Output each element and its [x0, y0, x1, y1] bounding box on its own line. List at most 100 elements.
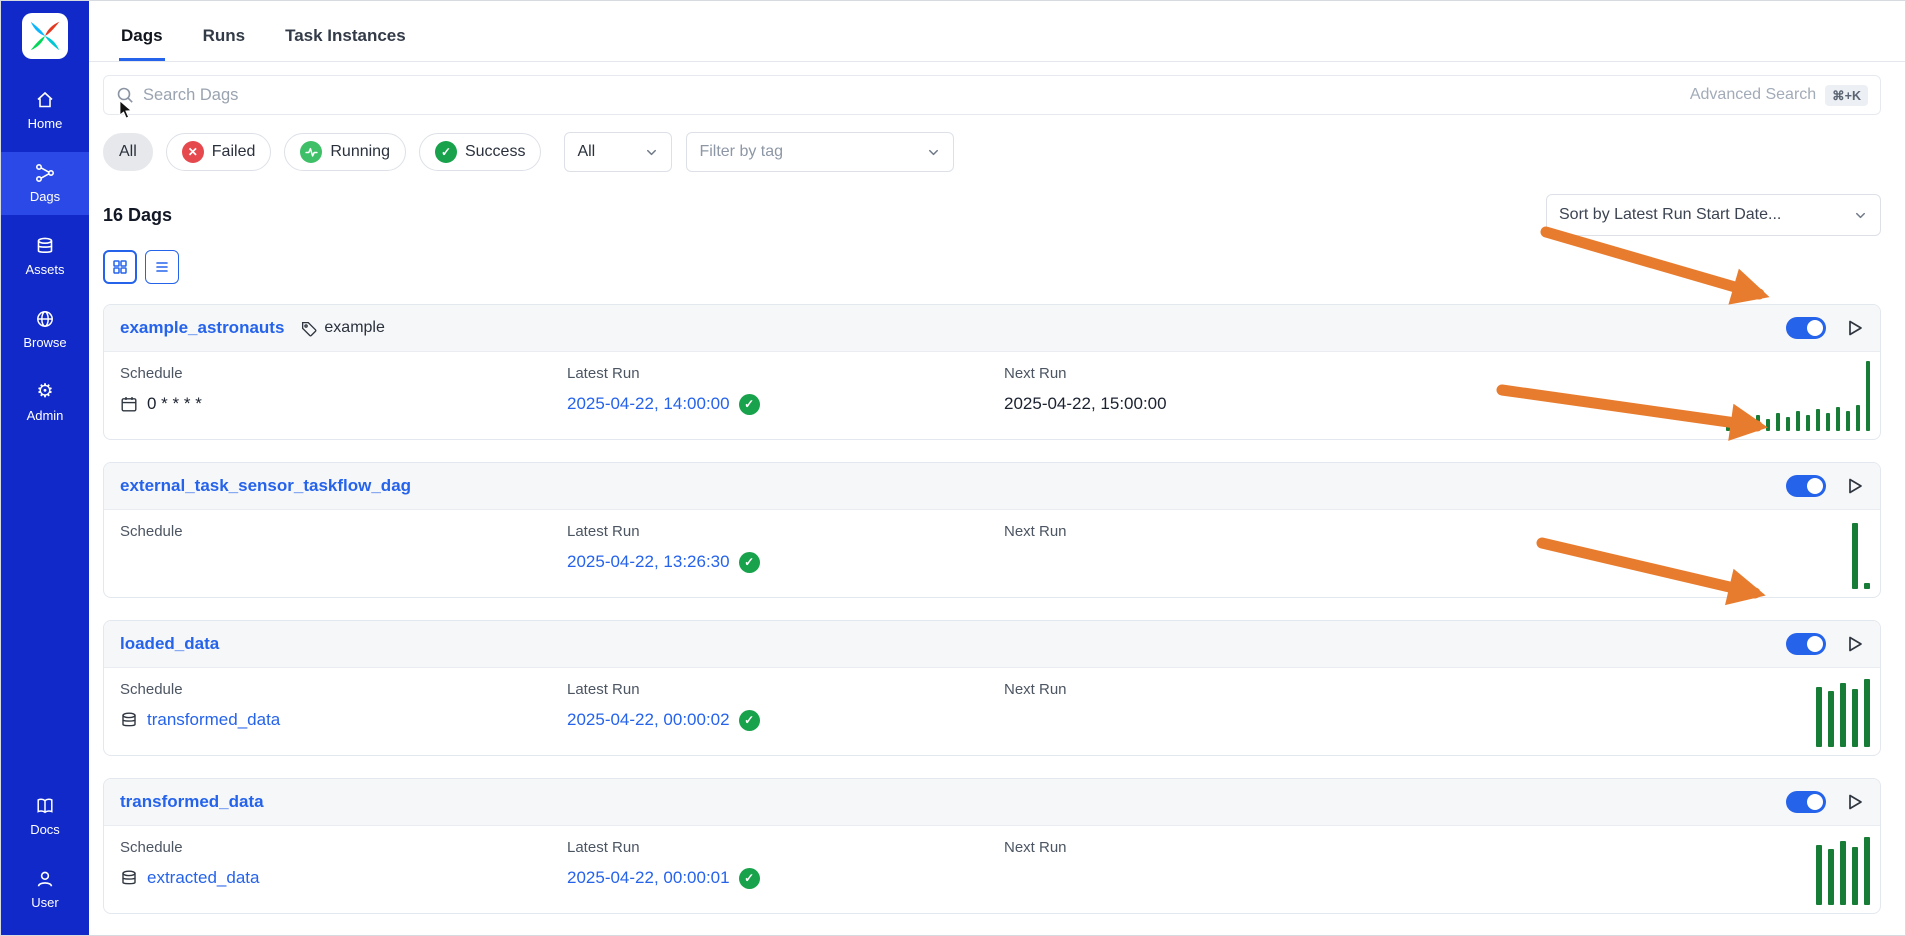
play-icon	[1846, 793, 1864, 811]
success-check-icon: ✓	[739, 868, 760, 889]
dag-card-body: Schedule transformed_data	[104, 668, 1880, 755]
dag-card-list: example_astronauts example	[103, 304, 1881, 936]
airflow-logo[interactable]	[22, 13, 68, 59]
assets-icon	[35, 236, 55, 256]
sidebar-bottom: Docs User	[1, 785, 89, 921]
dag-card-header: transformed_data	[104, 779, 1880, 826]
dag-pause-toggle[interactable]	[1786, 791, 1826, 813]
dag-card-actions	[1786, 791, 1864, 813]
calendar-icon	[120, 395, 138, 413]
select-placeholder: Filter by tag	[699, 143, 783, 161]
docs-icon	[35, 796, 55, 816]
tab-task-instances[interactable]: Task Instances	[283, 26, 408, 61]
table-view-button[interactable]	[145, 250, 179, 284]
dag-card-body: Schedule extracted_data	[104, 826, 1880, 913]
filter-chip-success[interactable]: ✓ Success	[419, 133, 541, 171]
chip-label: Success	[465, 143, 525, 161]
sidebar-item-label: Docs	[30, 822, 60, 837]
filter-chip-all[interactable]: All	[103, 133, 153, 171]
search-bar: Advanced Search ⌘+K	[103, 75, 1881, 115]
chip-label: All	[119, 143, 137, 161]
filter-chip-running[interactable]: Running	[284, 133, 406, 171]
sort-select[interactable]: Sort by Latest Run Start Date...	[1546, 194, 1881, 236]
dags-icon	[35, 163, 55, 183]
filter-chip-failed[interactable]: ✕ Failed	[166, 133, 272, 171]
browse-icon	[35, 309, 55, 329]
tab-dags[interactable]: Dags	[119, 26, 165, 61]
schedule-label: Schedule	[120, 523, 567, 540]
dag-link[interactable]: example_astronauts	[120, 318, 284, 338]
schedule-asset-link[interactable]: extracted_data	[147, 868, 259, 888]
latest-run-label: Latest Run	[567, 523, 1004, 540]
schedule-label: Schedule	[120, 365, 567, 382]
select-value: Sort by Latest Run Start Date...	[1559, 206, 1781, 224]
sidebar-item-assets[interactable]: Assets	[1, 225, 89, 288]
latest-run-link[interactable]: 2025-04-22, 14:00:00	[567, 394, 730, 414]
dag-pause-toggle[interactable]	[1786, 633, 1826, 655]
run-history-sparkline[interactable]	[1816, 837, 1870, 905]
trigger-dag-button[interactable]	[1846, 319, 1864, 337]
dag-card-header: example_astronauts example	[104, 305, 1880, 352]
card-view-button[interactable]	[103, 250, 137, 284]
sidebar-item-admin[interactable]: ⚙ Admin	[1, 371, 89, 434]
next-run-label: Next Run	[1004, 523, 1864, 540]
schedule-label: Schedule	[120, 681, 567, 698]
sidebar-item-user[interactable]: User	[1, 858, 89, 921]
dag-card-actions	[1786, 475, 1864, 497]
user-icon	[35, 869, 55, 889]
tab-label: Runs	[203, 26, 246, 45]
sidebar-item-home[interactable]: Home	[1, 79, 89, 142]
dag-card-body: Schedule 0 * * * * Latest Run	[104, 352, 1880, 439]
airflow-pinwheel-icon	[28, 19, 62, 53]
latest-run-link[interactable]: 2025-04-22, 13:26:30	[567, 552, 730, 572]
dag-card-header: external_task_sensor_taskflow_dag	[104, 463, 1880, 510]
play-icon	[1846, 477, 1864, 495]
latest-run-label: Latest Run	[567, 681, 1004, 698]
dag-tag[interactable]: example	[300, 319, 384, 337]
dag-pause-toggle[interactable]	[1786, 317, 1826, 339]
next-run-label: Next Run	[1004, 681, 1864, 698]
dag-card-body: Schedule Latest Run 2025-04-22, 13:26:30…	[104, 510, 1880, 597]
sidebar-item-docs[interactable]: Docs	[1, 785, 89, 848]
schedule-asset-link[interactable]: transformed_data	[147, 710, 280, 730]
latest-run-label: Latest Run	[567, 839, 1004, 856]
run-history-sparkline[interactable]	[1816, 679, 1870, 747]
tab-runs[interactable]: Runs	[201, 26, 248, 61]
trigger-dag-button[interactable]	[1846, 793, 1864, 811]
paused-filter-select[interactable]: All	[564, 132, 672, 172]
success-check-icon: ✓	[739, 710, 760, 731]
view-toggle-group	[103, 250, 1881, 284]
run-history-sparkline[interactable]	[1852, 523, 1870, 589]
trigger-dag-button[interactable]	[1846, 477, 1864, 495]
sidebar-item-label: Assets	[25, 262, 64, 277]
success-check-icon: ✓	[739, 552, 760, 573]
trigger-dag-button[interactable]	[1846, 635, 1864, 653]
dag-link[interactable]: transformed_data	[120, 792, 264, 812]
airflow-app: Home Dags Assets Browse ⚙ Admi	[0, 0, 1906, 936]
advanced-search-link[interactable]: Advanced Search	[1690, 86, 1816, 104]
latest-run-link[interactable]: 2025-04-22, 00:00:01	[567, 868, 730, 888]
sidebar-item-label: Admin	[27, 408, 64, 423]
next-run-value: 2025-04-22, 15:00:00	[1004, 394, 1167, 414]
tab-label: Dags	[121, 26, 163, 45]
top-tabbar: Dags Runs Task Instances	[89, 1, 1905, 62]
home-icon	[35, 90, 55, 110]
sidebar-item-dags[interactable]: Dags	[1, 152, 89, 215]
dag-link[interactable]: loaded_data	[120, 634, 219, 654]
dag-card-loaded-data: loaded_data Schedule	[103, 620, 1881, 756]
shortcut-badge: ⌘+K	[1825, 85, 1868, 106]
sidebar-item-browse[interactable]: Browse	[1, 298, 89, 361]
play-icon	[1846, 635, 1864, 653]
content: Advanced Search ⌘+K All ✕ Failed	[89, 75, 1905, 936]
dag-card-header: loaded_data	[104, 621, 1880, 668]
search-input[interactable]	[143, 86, 1681, 105]
schedule-label: Schedule	[120, 839, 567, 856]
dag-pause-toggle[interactable]	[1786, 475, 1826, 497]
dag-link[interactable]: external_task_sensor_taskflow_dag	[120, 476, 411, 496]
latest-run-link[interactable]: 2025-04-22, 00:00:02	[567, 710, 730, 730]
tag-filter-select[interactable]: Filter by tag	[686, 132, 954, 172]
activity-circle-icon	[300, 141, 322, 163]
sidebar-item-label: Browse	[23, 335, 66, 350]
main-area: Dags Runs Task Instances Advanced Search…	[89, 1, 1905, 935]
run-history-sparkline[interactable]	[1726, 361, 1870, 431]
